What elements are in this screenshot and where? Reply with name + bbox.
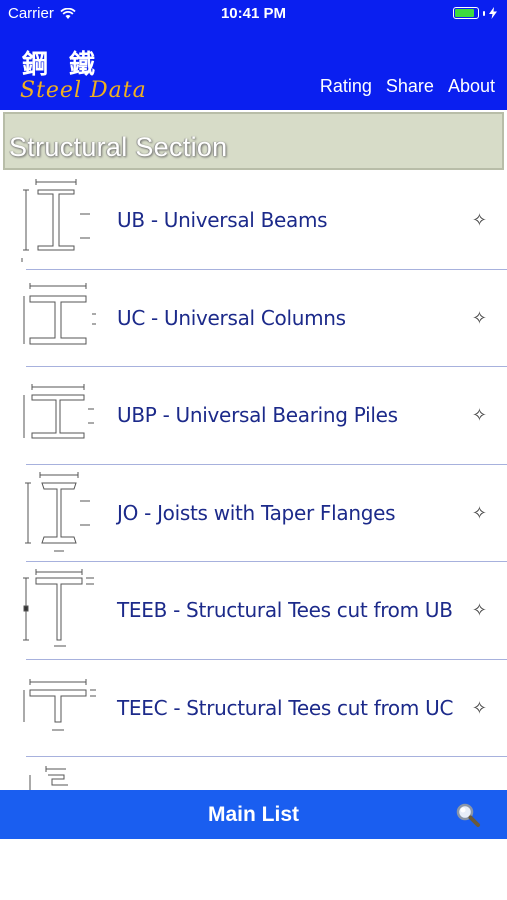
sparkle-icon: ✧ [471, 210, 487, 230]
list-item-ub[interactable]: UB - Universal Beams ✧ [0, 172, 507, 270]
joist-diagram-icon [25, 471, 90, 551]
sparkle-icon: ✧ [471, 600, 487, 620]
header-links: Rating Share About [320, 76, 495, 97]
battery-icon [453, 7, 497, 19]
charging-bolt-icon [489, 7, 497, 19]
list-item-label: UB - Universal Beams [117, 208, 328, 232]
about-link[interactable]: About [448, 76, 495, 97]
list-item-label: UBP - Universal Bearing Piles [117, 403, 398, 427]
app-header: 鋼 鐵 Steel Data Rating Share About [0, 30, 507, 110]
sparkle-icon: ✧ [471, 697, 487, 718]
bottom-bar: Main List [0, 790, 507, 839]
sparkle-icon: ✧ [471, 502, 487, 523]
sparkle-icon: ✧ [471, 307, 487, 328]
list-item-label: TEEB - Structural Tees cut from UB [117, 598, 453, 622]
h-column-diagram-icon [23, 282, 96, 344]
section-header: Structural Section [3, 112, 504, 170]
section-title: Structural Section [9, 132, 228, 162]
section-list: UB - Universal Beams ✧ UC - Universal Co… [0, 172, 507, 790]
list-item-label: TEEC - Structural Tees cut from UC [117, 695, 454, 720]
list-item-partial[interactable] [0, 757, 507, 790]
list-item-ubp[interactable]: UBP - Universal Bearing Piles ✧ [0, 367, 507, 465]
list-item-label: JO - Joists with Taper Flanges [117, 500, 396, 525]
status-bar: Carrier 10:41 PM [0, 0, 507, 30]
tee-column-diagram-icon [23, 678, 96, 730]
logo-english: Steel Data [20, 78, 147, 103]
sparkle-icon: ✧ [471, 405, 487, 425]
logo-chinese: 鋼 鐵 [22, 50, 102, 80]
i-beam-diagram-icon [21, 179, 90, 262]
share-link[interactable]: Share [386, 76, 434, 97]
clock: 10:41 PM [220, 5, 287, 22]
list-item-teeb[interactable]: TEEB - Structural Tees cut from UB ✧ [0, 562, 507, 660]
bearing-pile-diagram-icon [23, 384, 94, 439]
channel-diagram-icon [29, 766, 68, 790]
list-item-jo[interactable]: JO - Joists with Taper Flanges ✧ [0, 465, 507, 562]
rating-link[interactable]: Rating [320, 76, 372, 97]
list-item-teec[interactable]: TEEC - Structural Tees cut from UC ✧ [0, 660, 507, 757]
list-item-label: UC - Universal Columns [117, 305, 346, 330]
list-item-uc[interactable]: UC - Universal Columns ✧ [0, 270, 507, 367]
search-icon[interactable] [455, 802, 481, 828]
tee-beam-diagram-icon [23, 569, 94, 647]
main-list-title[interactable]: Main List [0, 803, 507, 827]
